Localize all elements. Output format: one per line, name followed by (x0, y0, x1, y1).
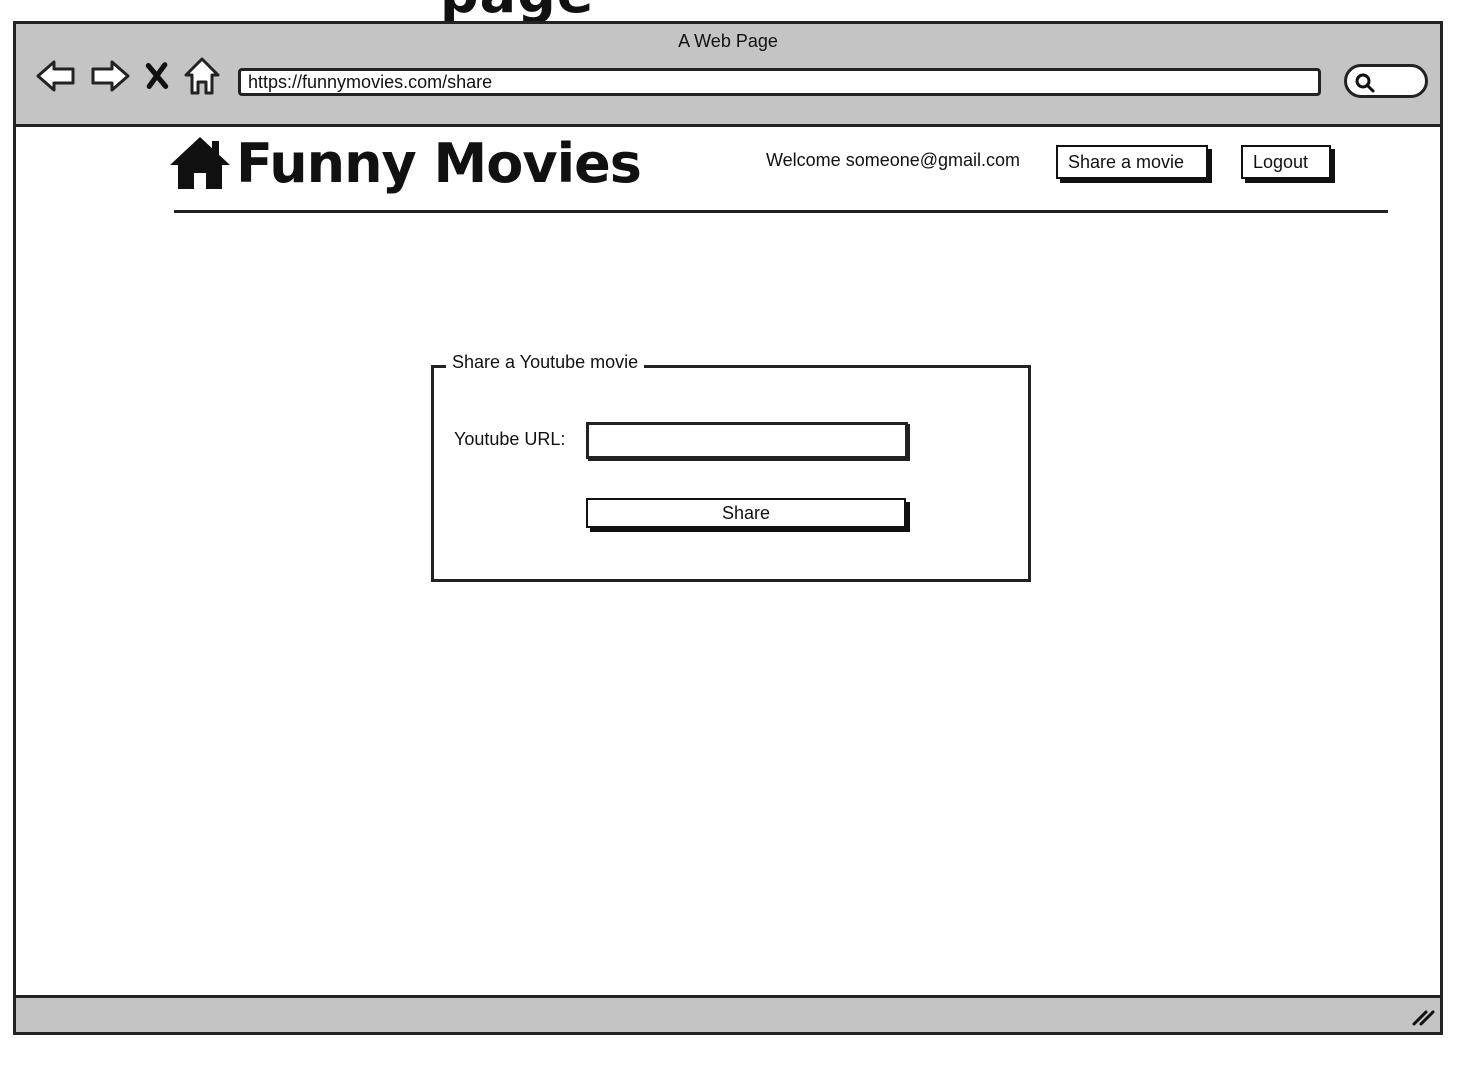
browser-window: A Web Page https://funnymovies.com/share (13, 21, 1443, 1035)
site-title: Funny Movies (236, 131, 642, 195)
forward-button[interactable] (88, 54, 132, 98)
share-movie-button[interactable]: Share a movie (1056, 145, 1208, 179)
resize-grip-icon (1412, 1010, 1435, 1026)
resize-grip[interactable] (1410, 1006, 1436, 1028)
back-button[interactable] (34, 54, 78, 98)
arrow-right-icon (91, 60, 130, 92)
browser-toolbar: A Web Page https://funnymovies.com/share (16, 24, 1440, 127)
welcome-text: Welcome someone@gmail.com (766, 150, 1021, 170)
home-icon (184, 57, 220, 95)
home-button[interactable] (180, 54, 224, 98)
search-icon (1355, 73, 1375, 93)
site-logo[interactable]: Funny Movies (168, 128, 642, 198)
browser-search-button[interactable] (1344, 64, 1428, 98)
youtube-url-input[interactable] (586, 422, 908, 459)
stop-button[interactable] (138, 54, 176, 98)
close-icon (145, 62, 169, 89)
logout-button[interactable]: Logout (1241, 145, 1331, 179)
arrow-left-icon (36, 60, 75, 92)
share-button[interactable]: Share (586, 498, 906, 528)
youtube-url-label: Youtube URL: (454, 429, 566, 449)
form-legend: Share a Youtube movie (446, 352, 645, 373)
address-bar[interactable]: https://funnymovies.com/share (238, 68, 1321, 96)
house-icon (170, 137, 230, 189)
header-divider (174, 210, 1388, 213)
status-bar (16, 995, 1440, 1032)
window-title: A Web Page (678, 31, 778, 51)
share-movie-form: Share a Youtube movie Youtube URL: Share (431, 352, 1031, 582)
